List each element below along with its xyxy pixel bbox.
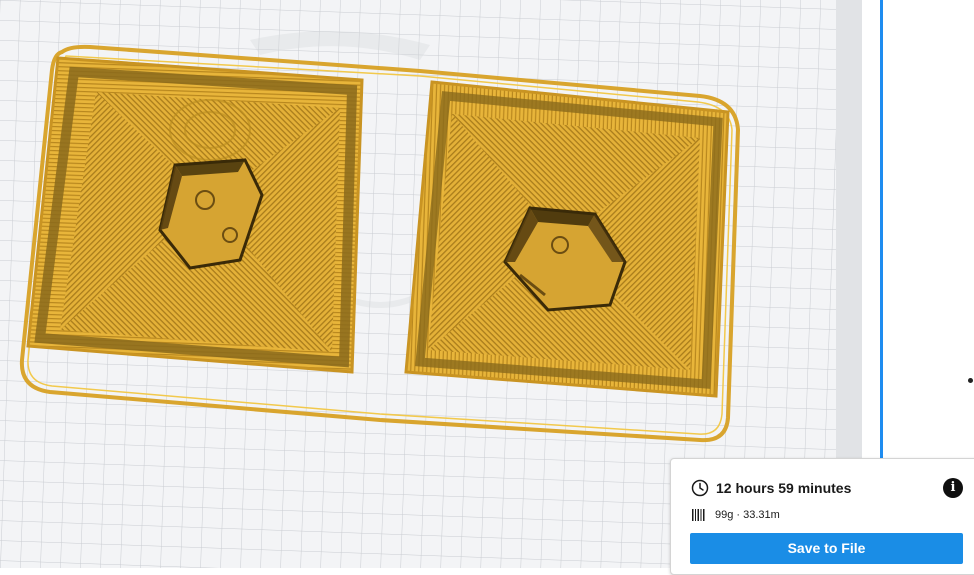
print-time: 12 hours 59 minutes [716, 480, 852, 496]
panel-marker-dot [968, 378, 973, 383]
print-info-panel: 12 hours 59 minutes i 99g · 33.31m Save … [670, 458, 974, 575]
plate-edge-highlight [880, 0, 883, 460]
filament-spool-icon [692, 509, 705, 521]
save-to-file-button[interactable]: Save to File [690, 533, 963, 564]
model-right[interactable] [404, 80, 730, 398]
print-time-row: 12 hours 59 minutes [691, 478, 851, 498]
model-left[interactable] [26, 56, 364, 374]
clock-icon [691, 479, 709, 497]
material-usage: 99g · 33.31m [715, 509, 780, 521]
info-icon[interactable]: i [943, 478, 963, 498]
material-row: 99g · 33.31m [691, 506, 780, 524]
